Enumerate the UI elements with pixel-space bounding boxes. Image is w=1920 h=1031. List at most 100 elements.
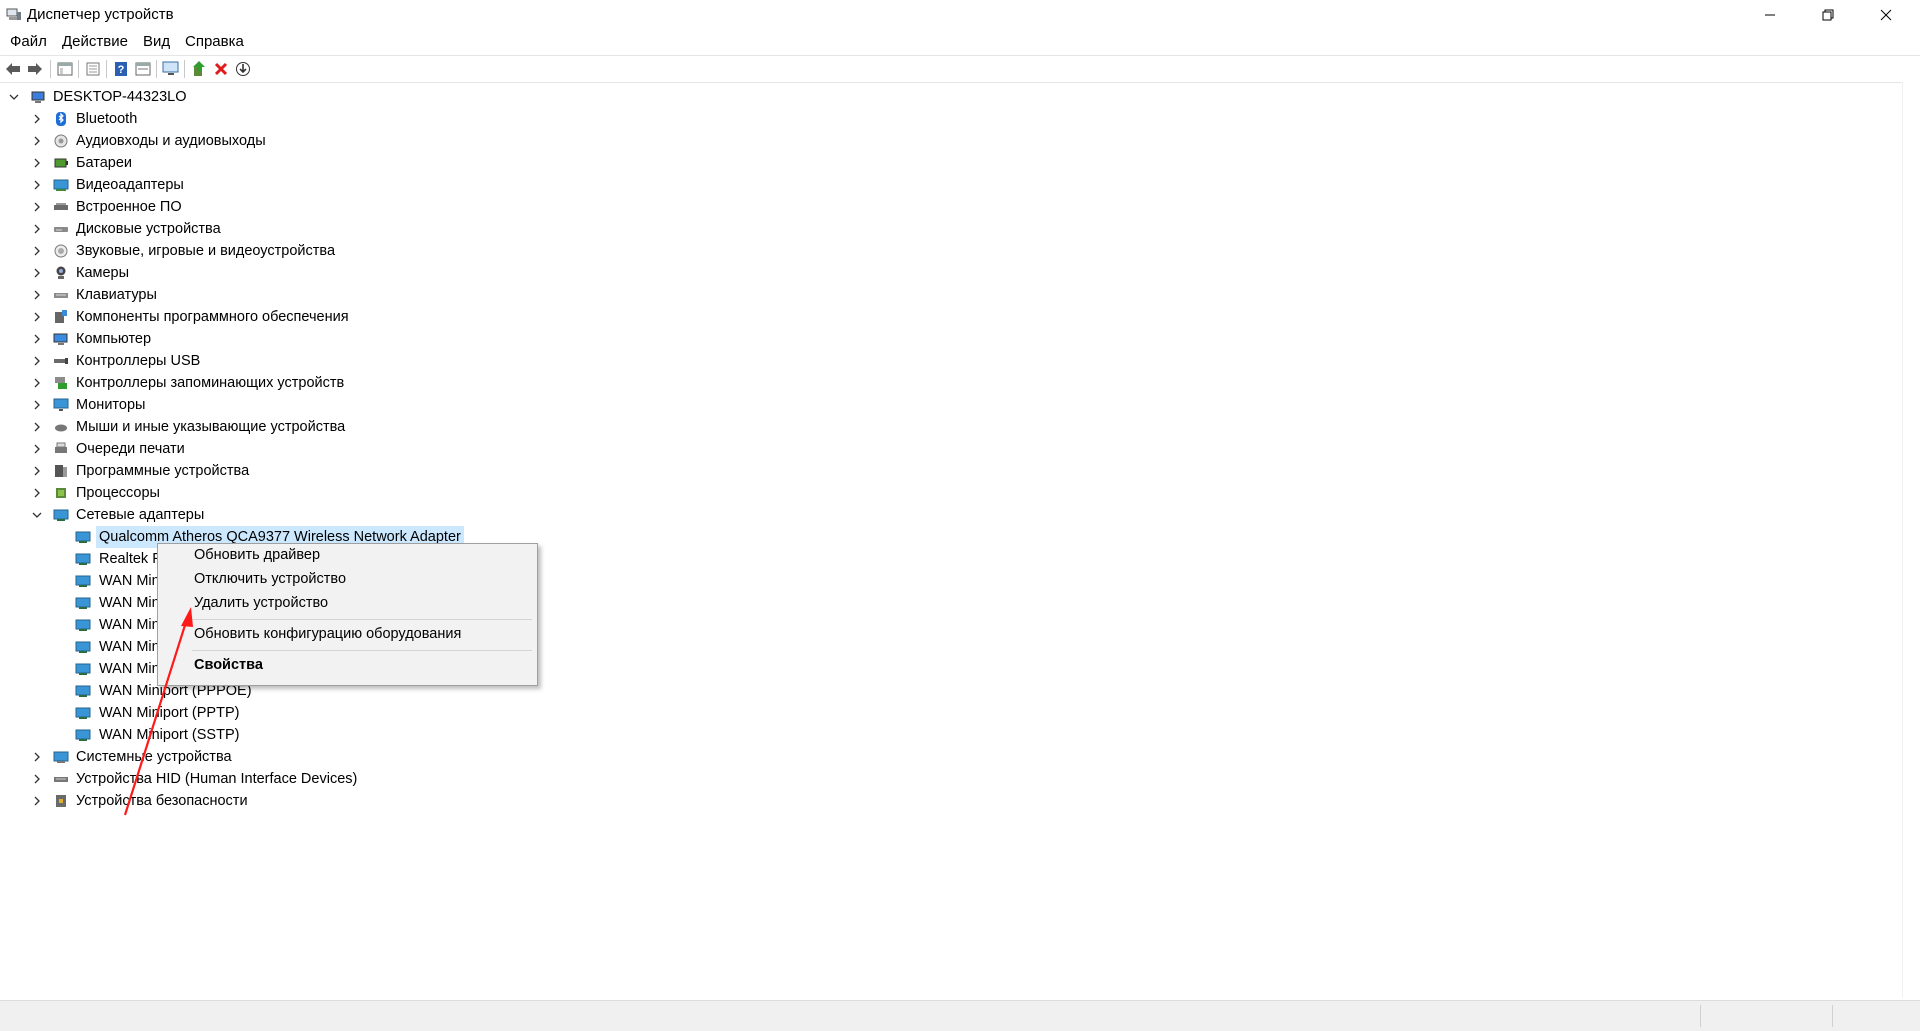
network-adapter-icon: [75, 553, 91, 565]
menu-item-properties[interactable]: Свойства: [194, 654, 263, 676]
back-icon: [6, 63, 20, 75]
expand-icon[interactable]: [31, 218, 43, 240]
network-adapter-label: WAN Mini: [99, 617, 163, 633]
tree-category-label: Устройства безопасности: [76, 793, 248, 809]
menu-view[interactable]: Вид: [143, 33, 170, 50]
network-adapter-label: WAN Mini: [99, 639, 163, 655]
expand-icon[interactable]: [31, 438, 43, 460]
title-bar: Диспетчер устройств: [0, 0, 1920, 30]
restore-button[interactable]: [1800, 0, 1856, 30]
tree-category-label: Встроенное ПО: [76, 199, 182, 215]
keyboard-icon: [54, 293, 68, 298]
computer-name: DESKTOP-44323LO: [53, 89, 187, 105]
tree-category-label: Мониторы: [76, 397, 146, 413]
toolbar-separator: [106, 60, 107, 78]
collapse-icon[interactable]: [8, 86, 20, 108]
minimize-icon: [1765, 14, 1775, 16]
expand-icon[interactable]: [31, 768, 43, 790]
close-button[interactable]: [1858, 0, 1914, 30]
menu-item-scan-hardware[interactable]: Обновить конфигурацию оборудования: [194, 623, 461, 645]
update-driver-icon: [193, 61, 205, 76]
tree-category-label: Компьютер: [76, 331, 152, 347]
properties-button[interactable]: [84, 60, 102, 78]
display-adapter-icon: [53, 179, 69, 191]
expand-icon[interactable]: [31, 416, 43, 438]
mouse-icon: [55, 424, 67, 432]
printer-icon: [55, 442, 67, 453]
tree-category-label: Устройства HID (Human Interface Devices): [76, 771, 358, 787]
help-button[interactable]: ?: [112, 60, 130, 78]
menu-separator: [192, 619, 532, 620]
expand-icon[interactable]: [31, 790, 43, 812]
speaker-icon: [54, 134, 68, 148]
expand-icon[interactable]: [31, 372, 43, 394]
tree-category-label: Мыши и иные указывающие устройства: [76, 419, 346, 435]
expand-icon[interactable]: [31, 284, 43, 306]
network-adapter-icon: [75, 663, 91, 675]
tree-category-label: Видеоадаптеры: [76, 177, 184, 193]
network-adapter-icon: [75, 707, 91, 719]
uninstall-icon: [214, 62, 228, 76]
toolbar-separator: [156, 60, 157, 78]
network-adapter-label: WAN Miniport (SSTP): [99, 727, 240, 743]
expand-icon[interactable]: [31, 460, 43, 482]
battery-icon: [54, 158, 68, 168]
tree-category-label: Контроллеры запоминающих устройств: [76, 375, 345, 391]
tree-category-label: Звуковые, игровые и видеоустройства: [76, 243, 336, 259]
usb-icon: [54, 358, 68, 364]
toolbar-separator: [184, 60, 185, 78]
context-menu: Обновить драйвер Отключить устройство Уд…: [157, 543, 538, 686]
network-adapter-icon: [75, 619, 91, 631]
vertical-scrollbar[interactable]: [1902, 82, 1920, 998]
view-icon: [135, 62, 151, 76]
properties-icon: [86, 62, 100, 76]
menu-file[interactable]: Файл: [10, 33, 47, 50]
close-icon: [1880, 9, 1892, 21]
back-button[interactable]: [4, 60, 22, 78]
menu-item-uninstall-device[interactable]: Удалить устройство: [194, 592, 328, 614]
expand-icon[interactable]: [31, 328, 43, 350]
update-driver-button[interactable]: [190, 60, 208, 78]
scan-hardware-button[interactable]: [162, 60, 180, 78]
tree-category-label: Системные устройства: [76, 749, 232, 765]
expand-icon[interactable]: [31, 306, 43, 328]
menu-separator: [192, 650, 532, 651]
expand-icon[interactable]: [31, 262, 43, 284]
menu-help[interactable]: Справка: [185, 33, 244, 50]
status-separator: [1832, 1005, 1833, 1027]
expand-icon[interactable]: [31, 130, 43, 152]
hid-icon: [54, 777, 68, 782]
camera-icon: [56, 266, 66, 279]
menu-action[interactable]: Действие: [62, 33, 128, 50]
tree-category-label: Компоненты программного обеспечения: [76, 309, 349, 325]
uninstall-button[interactable]: [212, 60, 230, 78]
view-button[interactable]: [134, 60, 152, 78]
download-button[interactable]: [234, 60, 252, 78]
expand-icon[interactable]: [31, 350, 43, 372]
expand-icon[interactable]: [31, 746, 43, 768]
expand-icon[interactable]: [31, 482, 43, 504]
expand-icon[interactable]: [31, 196, 43, 218]
forward-button[interactable]: [26, 60, 44, 78]
processor-icon: [56, 488, 66, 498]
collapse-icon[interactable]: [31, 504, 43, 526]
tree-category-label: Программные устройства: [76, 463, 250, 479]
network-adapter-label: WAN Mini: [99, 661, 163, 677]
expand-icon[interactable]: [31, 174, 43, 196]
expand-icon[interactable]: [31, 152, 43, 174]
network-adapter-icon: [75, 597, 91, 609]
expand-icon[interactable]: [31, 108, 43, 130]
bluetooth-icon: [56, 112, 66, 126]
expand-icon[interactable]: [31, 394, 43, 416]
menu-item-disable-device[interactable]: Отключить устройство: [194, 568, 346, 590]
tree-category-label: Процессоры: [76, 485, 160, 501]
menu-item-update-driver[interactable]: Обновить драйвер: [194, 544, 320, 566]
minimize-button[interactable]: [1742, 0, 1798, 30]
console-tree-icon: [57, 62, 73, 76]
expand-icon[interactable]: [31, 240, 43, 262]
console-tree-button[interactable]: [56, 60, 74, 78]
network-adapter-label: WAN Miniport (PPTP): [99, 705, 240, 721]
restore-icon: [1822, 9, 1834, 21]
help-icon: ?: [115, 62, 127, 76]
device-tree: DESKTOP-44323LO Bluetooth Аудиовходы и ау…: [0, 86, 1905, 998]
